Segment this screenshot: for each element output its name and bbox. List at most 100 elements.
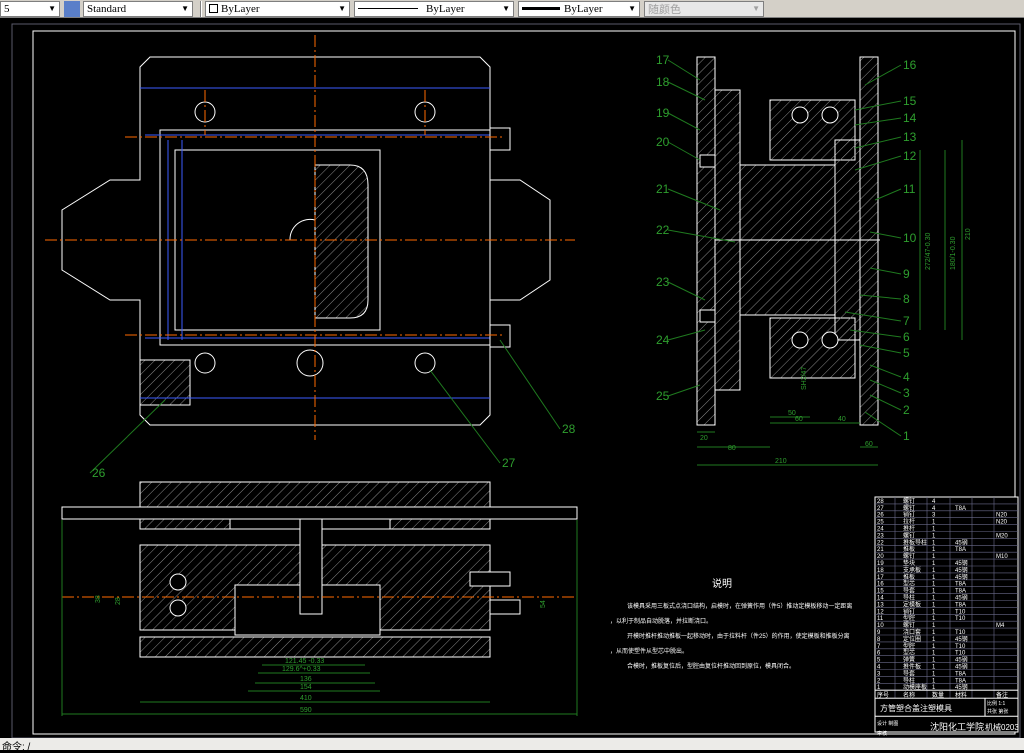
bom-cell: 支承板 <box>903 566 921 574</box>
bom-cell: 推板 <box>903 545 915 553</box>
leader-line <box>499 339 561 430</box>
side-section-view <box>696 56 963 466</box>
chevron-down-icon: ▼ <box>502 3 510 13</box>
command-line[interactable]: 命令: / <box>0 738 1024 753</box>
bom-cell: 45钢 <box>955 566 968 574</box>
bom-cell: 型芯 <box>903 649 915 657</box>
bom-header: 材料 <box>955 691 967 699</box>
dimension-label: 20 <box>700 435 708 442</box>
bom-cell: T8A <box>955 678 966 684</box>
designer-label: 设计 制图 <box>877 720 898 727</box>
bom-cell: 导柱 <box>903 676 915 684</box>
chevron-down-icon: ▼ <box>181 3 189 13</box>
bom-cell: T8A <box>955 582 966 588</box>
bom-cell: 螺钉 <box>903 497 915 505</box>
part-number-16: 16 <box>903 58 917 72</box>
dimension-label: 28 <box>115 597 122 605</box>
bom-cell: 18 <box>877 568 884 574</box>
part-number-2: 2 <box>903 403 910 417</box>
bom-cell: T8A <box>955 506 966 512</box>
leader-line <box>667 59 701 81</box>
color-dropdown[interactable]: ByLayer ▼ <box>205 0 350 17</box>
bom-cell: T10 <box>955 609 966 615</box>
class-name: 机械0203 <box>985 722 1019 732</box>
dimension-label: 121.45 -0.33 <box>285 658 324 665</box>
bom-cell: 螺钉 <box>903 504 915 512</box>
drawing-name: 方管塑合盖注塑模具 <box>880 703 952 713</box>
part-number-13: 13 <box>903 130 917 144</box>
part-number-27: 27 <box>502 456 516 470</box>
bom-cell: T8A <box>955 602 966 608</box>
bom-cell: 导柱 <box>903 594 915 602</box>
bom-cell: 12 <box>877 609 884 615</box>
dimension-label: 410 <box>300 695 312 702</box>
bom-cell: T8A <box>955 671 966 677</box>
scale-label: 比例 1:1 <box>987 700 1006 707</box>
bom-cell: 型腔 <box>903 642 915 650</box>
dimension-label: 60 <box>865 441 873 448</box>
bom-cell: 28 <box>877 499 884 505</box>
note-line: ，以利于制品自动脱落，并拉断浇口。 <box>610 617 712 625</box>
text-style-icon[interactable] <box>64 0 80 17</box>
notes-title: 说明 <box>712 577 732 590</box>
part-number-15: 15 <box>903 94 917 108</box>
bom-cell: 20 <box>877 554 884 560</box>
bom-cell: 26 <box>877 513 884 519</box>
bom-cell: 13 <box>877 602 884 608</box>
bom-cell: 导套 <box>903 587 915 595</box>
part-number-12: 12 <box>903 149 917 163</box>
lineweight-dropdown[interactable]: ByLayer ▼ <box>518 0 640 17</box>
part-number-11: 11 <box>903 182 916 196</box>
layer-dropdown[interactable]: 5 ▼ <box>0 0 60 17</box>
note-line: 合模时，推板复位后，型腔由复位杆推动回到原位，模具闭合。 <box>627 662 795 670</box>
bom-cell: 45钢 <box>955 559 968 567</box>
bom-cell: 11 <box>877 616 884 622</box>
bom-cell: 定模板 <box>903 600 921 608</box>
bom-cell: 浇口套 <box>903 628 921 636</box>
plotstyle-dropdown[interactable]: 随颜色 ▼ <box>644 0 764 17</box>
part-number-26: 26 <box>92 466 106 480</box>
dimension-label: 54 <box>540 600 547 608</box>
dimension-label: 210 <box>965 228 972 240</box>
dimension-label: 180/1-0.30 <box>950 236 957 270</box>
bom-cell: 27 <box>877 506 884 512</box>
dimension-label: 60 <box>795 416 803 423</box>
dimension-label: 154 <box>300 684 312 691</box>
bom-cell: 型腔 <box>903 614 915 622</box>
part-number-3: 3 <box>903 386 910 400</box>
bom-cell: N20 <box>996 520 1008 526</box>
bom-cell: 垫块 <box>903 559 915 567</box>
bom-cell: 销钉 <box>903 607 915 615</box>
leader-line <box>89 399 166 474</box>
drawing-canvas[interactable]: 1234567891011121314151617181920212223242… <box>0 19 1024 738</box>
toolbar-separator <box>200 0 202 17</box>
bom-cell: 推板 <box>903 573 915 581</box>
dimension-label: SH2/47 <box>801 367 808 390</box>
dimension-label: 129.6^+0.33 <box>282 666 321 673</box>
part-number-4: 4 <box>903 370 910 384</box>
part-number-19: 19 <box>656 106 670 120</box>
linetype-dropdown[interactable]: ByLayer ▼ <box>354 0 514 17</box>
technical-notes: 该模具采用三板式点浇口结构，启模时，在弹簧作用（件5）推动定模板移动一定距离 ，以… <box>610 602 852 670</box>
bom-cell: 45钢 <box>955 663 968 671</box>
text-style-dropdown[interactable]: Standard ▼ <box>83 0 193 17</box>
part-number-5: 5 <box>903 346 910 360</box>
bom-cell: T10 <box>955 651 966 657</box>
plan-view <box>45 35 575 440</box>
note-line: 开模时推杆推动推板一起移动时，由于拉料杆（件25）的作用，使定模板和推板分离 <box>627 632 850 640</box>
bom-cell: 销钉 <box>903 511 915 519</box>
bom-cell: N20 <box>996 513 1008 519</box>
leader-line <box>667 384 701 397</box>
bom-cell: 45钢 <box>955 656 968 664</box>
bom-cell: 45钢 <box>955 538 968 546</box>
bom-cell: 推件板 <box>903 663 921 671</box>
bom-cell: M4 <box>996 623 1005 629</box>
title-block: 28 螺钉 427 螺钉 4 T8A26 销钉 3 N2025 拉杆 1 N2024 推杆 123 螺钉 1 M… <box>874 496 1019 737</box>
part-number-21: 21 <box>656 182 670 196</box>
part-number-9: 9 <box>903 267 910 281</box>
sheet-label: 共张 第张 <box>987 708 1008 715</box>
bom-header: 数量 <box>932 691 944 699</box>
part-number-6: 6 <box>903 330 910 344</box>
dimension-label: 210 <box>775 458 787 465</box>
bom-cell: 10 <box>877 623 884 629</box>
